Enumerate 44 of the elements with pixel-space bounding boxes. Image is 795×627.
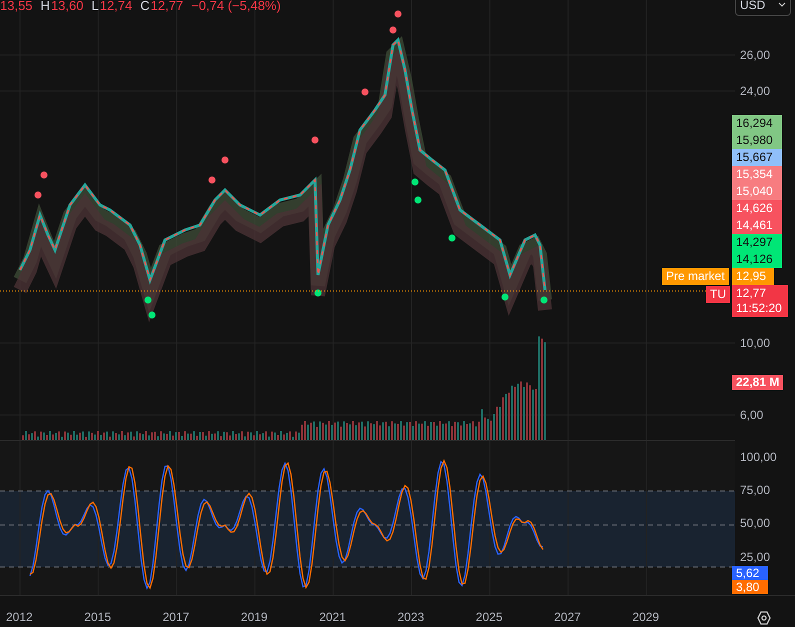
time-axis-label: 2021	[319, 610, 346, 624]
price-level-label: 14,126	[732, 251, 782, 268]
legend-value: 12,74	[100, 0, 132, 13]
price-level-label: 14,297	[732, 234, 782, 251]
time-axis-label: 2019	[240, 610, 268, 624]
legend-value: 12,77	[150, 0, 184, 13]
oscillator-axis-label: 50,00	[740, 516, 770, 530]
time-axis-label: 2015	[84, 610, 111, 624]
time-axis-label: 2023	[398, 610, 424, 624]
oscillator-axis-label: 25,00	[740, 550, 770, 564]
time-axis-label: 2025	[476, 610, 502, 624]
last-price-label: 12,77 11:52:20	[732, 285, 788, 317]
oscillator-axis-label: 100,00	[740, 450, 777, 464]
price-level-label: 15,980	[732, 132, 782, 149]
price-axis-label: 10,00	[740, 336, 770, 350]
price-level-label: 15,354	[732, 166, 782, 183]
time-axis-label: 2027	[554, 610, 581, 624]
legend-key: C	[140, 0, 150, 13]
premarket-price-label: 12,95	[732, 268, 774, 285]
legend-key: L	[91, 0, 99, 13]
time-axis-label: 2012	[6, 610, 33, 624]
symbol-tag: TU	[706, 286, 730, 303]
price-level-label: 15,040	[732, 183, 782, 200]
legend-value: 13,60	[50, 0, 84, 13]
oscillator-value-label: 3,80	[732, 580, 768, 594]
price-level-label: 14,626	[732, 200, 782, 217]
premarket-tag: Pre market	[662, 268, 729, 285]
oscillator-value-label: 5,62	[732, 566, 768, 580]
settings-icon[interactable]	[756, 610, 772, 626]
price-axis-label: 26,00	[740, 48, 770, 62]
caret-icon	[778, 2, 786, 8]
volume-label: 22,81 M	[732, 375, 784, 390]
time-axis-label: 2029	[632, 610, 660, 624]
currency-dropdown[interactable]: USD	[735, 0, 791, 16]
price-level-label: 15,667	[732, 149, 782, 166]
price-axis-label: 6,00	[740, 408, 764, 422]
legend-value: 13,55	[0, 0, 33, 13]
price-level-label: 16,294	[732, 115, 782, 132]
price-level-label: 14,461	[732, 217, 782, 234]
legend-value: −0,74 (−5,48%)	[191, 0, 281, 13]
legend-key: H	[40, 0, 50, 13]
oscillator-axis-label: 75,00	[740, 483, 770, 498]
time-axis-label: 2017	[162, 610, 190, 624]
price-axis-label: 24,00	[740, 84, 770, 98]
